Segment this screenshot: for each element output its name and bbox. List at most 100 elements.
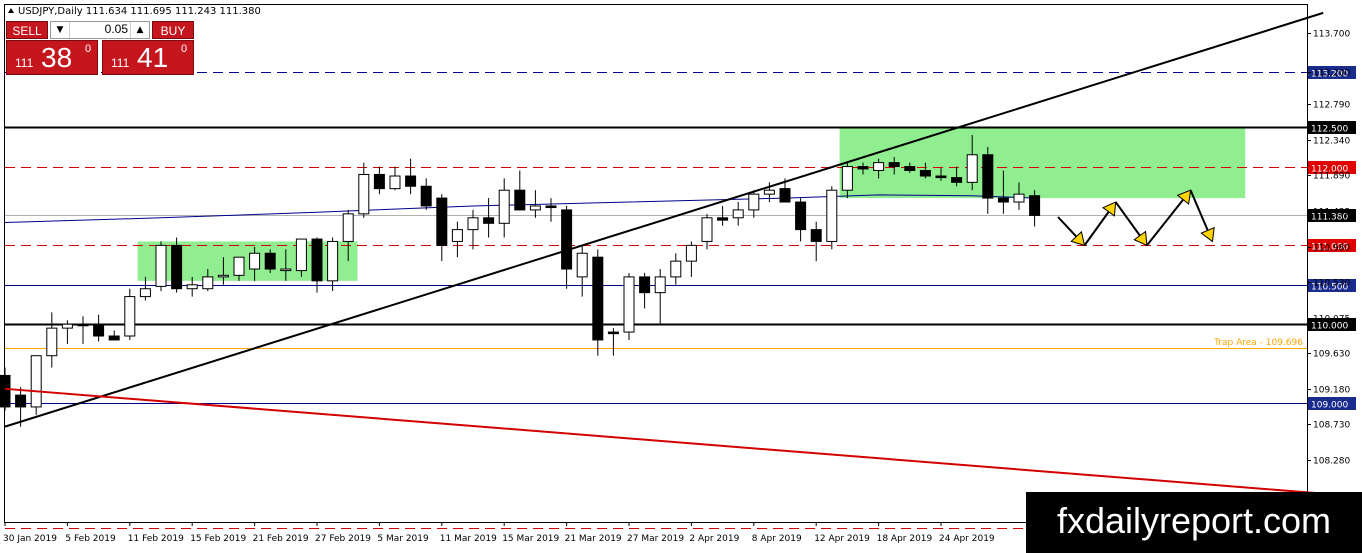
buy-price-button[interactable]: 111 41 0 — [102, 40, 194, 75]
candle-26 — [405, 158, 417, 195]
candle-body-7 — [108, 335, 120, 341]
candle-body-18 — [280, 268, 292, 272]
candle-body-46 — [717, 217, 729, 221]
time-tick-label-0: 30 Jan 2019 — [3, 534, 57, 544]
candle-39 — [607, 328, 619, 356]
candle-body-55 — [857, 166, 869, 170]
candle-body-13 — [202, 276, 214, 290]
price-tick-label-12: 108.280 — [1313, 457, 1350, 467]
time-tick-label-3: 15 Feb 2019 — [190, 534, 246, 544]
lot-size-stepper[interactable]: ▼ 0.05 ▲ — [50, 21, 150, 39]
sell-button[interactable]: SELL — [6, 21, 48, 39]
time-tick-label-2: 11 Feb 2019 — [128, 534, 184, 544]
candle-32 — [498, 178, 510, 238]
candle-body-49 — [763, 189, 775, 195]
annotation-0: Trap Area - 109.696 — [1213, 338, 1303, 348]
candle-36 — [561, 205, 573, 289]
candle-body-33 — [514, 189, 526, 211]
candle-body-66 — [1029, 195, 1041, 216]
candle-body-63 — [982, 154, 994, 199]
candle-17 — [264, 249, 276, 273]
price-tick-label-4: 111.890 — [1313, 172, 1350, 182]
time-tick-label-9: 21 Mar 2019 — [565, 534, 622, 544]
time-tick-label-15: 24 Apr 2019 — [939, 534, 995, 544]
candle-body-62 — [966, 154, 978, 183]
candle-body-6 — [93, 323, 105, 337]
candle-body-12 — [186, 284, 198, 290]
candle-2 — [30, 355, 42, 415]
candle-body-14 — [217, 274, 229, 278]
price-tick-label-9: 109.630 — [1313, 350, 1350, 360]
candle-body-36 — [561, 209, 573, 270]
price-tick-label-8: 110.075 — [1313, 315, 1350, 325]
time-tick-label-11: 2 Apr 2019 — [689, 534, 739, 544]
candle-45 — [701, 213, 713, 250]
candle-body-9 — [139, 288, 151, 298]
candle-48 — [748, 190, 760, 218]
candle-body-45 — [701, 217, 713, 242]
candle-8 — [124, 288, 136, 340]
candle-body-10 — [155, 244, 167, 287]
candle-38 — [592, 249, 604, 356]
candle-body-65 — [1013, 193, 1025, 203]
collapse-triangle-icon[interactable] — [8, 8, 14, 13]
candle-24 — [373, 166, 385, 195]
candle-body-30 — [467, 217, 479, 231]
candle-29 — [451, 221, 463, 258]
chevron-down-icon[interactable]: ▼ — [51, 22, 70, 38]
time-tick-label-12: 8 Apr 2019 — [752, 534, 802, 544]
candle-41 — [639, 272, 651, 309]
candle-31 — [483, 198, 495, 238]
candle-body-23 — [358, 173, 370, 215]
candle-body-48 — [748, 193, 760, 211]
price-tick-label-7: 110.530 — [1313, 279, 1350, 289]
time-tick-label-13: 12 Apr 2019 — [814, 534, 870, 544]
price-chart[interactable]: Trap Area - 109.696 113.200112.500112.00… — [0, 0, 1362, 553]
candle-body-3 — [46, 327, 58, 357]
candle-body-17 — [264, 252, 276, 270]
candle-body-31 — [483, 217, 495, 224]
watermark-logo: fxdailyreport.com — [1026, 492, 1362, 553]
candle-body-43 — [670, 260, 682, 278]
chevron-up-icon[interactable]: ▲ — [130, 22, 149, 38]
candle-body-24 — [373, 173, 385, 190]
candle-body-16 — [249, 252, 261, 270]
lot-size-input[interactable]: 0.05 — [69, 22, 131, 38]
candle-body-59 — [919, 170, 931, 177]
projection-arrow-head-1 — [1102, 201, 1117, 217]
candle-body-8 — [124, 296, 136, 337]
projection-arrows — [1057, 189, 1215, 247]
candle-7 — [108, 330, 120, 341]
buy-button[interactable]: BUY — [152, 21, 194, 39]
time-tick-label-14: 18 Apr 2019 — [877, 534, 933, 544]
candle-body-28 — [436, 197, 448, 246]
candle-body-47 — [732, 209, 744, 219]
candle-body-34 — [529, 205, 541, 211]
candle-27 — [420, 178, 432, 210]
projection-arrow-shaft-0 — [1057, 216, 1078, 238]
candle-body-44 — [685, 244, 697, 262]
time-tick-label-6: 5 Mar 2019 — [377, 534, 429, 544]
sell-price-button[interactable]: 111 38 0 — [6, 40, 98, 75]
projection-arrow-head-2 — [1133, 230, 1148, 247]
candle-66 — [1029, 190, 1041, 227]
candle-body-20 — [311, 238, 323, 282]
price-tick-label-2: 112.790 — [1313, 101, 1350, 111]
candle-body-27 — [420, 185, 432, 207]
candle-body-32 — [498, 189, 510, 224]
candle-body-40 — [623, 276, 635, 333]
annotations: Trap Area - 109.696 — [1213, 338, 1303, 348]
candle-body-37 — [576, 252, 588, 278]
time-tick-label-5: 27 Feb 2019 — [315, 534, 371, 544]
candle-body-29 — [451, 229, 463, 242]
trendline-1 — [4, 387, 1324, 495]
price-tick-label-5: 111.435 — [1313, 208, 1350, 218]
projection-arrow-shaft-1 — [1083, 211, 1110, 246]
candle-20 — [311, 237, 323, 293]
candle-body-42 — [654, 276, 666, 294]
candle-body-64 — [997, 197, 1009, 203]
projection-arrow-shaft-3 — [1146, 198, 1184, 246]
candle-body-50 — [779, 188, 791, 203]
candle-51 — [795, 198, 807, 242]
level-label-8: 109.000 — [1311, 401, 1348, 411]
